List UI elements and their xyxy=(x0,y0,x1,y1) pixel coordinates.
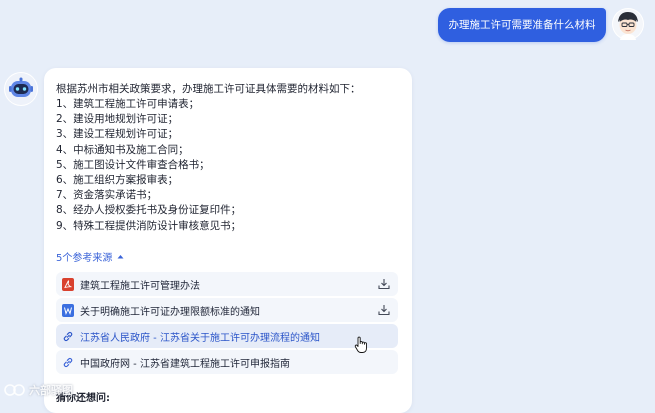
list-item: 9、特殊工程提供消防设计审核意见书； xyxy=(56,219,242,232)
robot-avatar-icon xyxy=(4,72,38,106)
source-item-word[interactable]: 关于明确施工许可证办理限额标准的通知 xyxy=(56,298,398,322)
download-icon[interactable] xyxy=(378,304,390,316)
source-item-link[interactable]: 中国政府网 - 江苏省建筑工程施工许可申报指南 xyxy=(56,350,398,374)
source-item-pdf[interactable]: 建筑工程施工许可管理办法 xyxy=(56,272,398,296)
requirements-list: 1、建筑工程施工许可申请表； 2、建设用地规划许可证； 3、建设工程规划许可证；… xyxy=(56,97,241,234)
list-item: 2、建设用地规划许可证； xyxy=(56,113,179,126)
chevron-up-icon xyxy=(117,255,124,259)
answer-card: 根据苏州市相关政策要求，办理施工许可证具体需要的材料如下： 1、建筑工程施工许可… xyxy=(44,68,412,413)
answer-intro: 根据苏州市相关政策要求，办理施工许可证具体需要的材料如下： xyxy=(56,83,361,95)
watermark: 六部驿图 xyxy=(4,382,73,398)
list-item: 7、资金落实承诺书； xyxy=(56,189,158,202)
list-item: 8、经办人授权委托书及身份证复印件； xyxy=(56,204,242,217)
source-label: 中国政府网 - 江苏省建筑工程施工许可申报指南 xyxy=(80,358,290,370)
link-icon xyxy=(63,331,73,341)
hand-cursor-icon xyxy=(354,336,367,353)
sources-toggle-button[interactable]: 5个参考来源 xyxy=(56,249,124,264)
list-item: 6、施工组织方案报审表； xyxy=(56,174,179,187)
source-label: 江苏省人民政府 - 江苏省关于施工许可办理流程的通知 xyxy=(80,332,320,344)
source-label: 关于明确施工许可证办理限额标准的通知 xyxy=(80,306,260,318)
source-item-link[interactable]: 江苏省人民政府 - 江苏省关于施工许可办理流程的通知 xyxy=(56,324,398,348)
pdf-file-icon xyxy=(62,277,74,291)
user-message-text: 办理施工许可需要准备什么材料 xyxy=(448,19,596,31)
link-icon xyxy=(63,357,73,367)
sources-toggle-label: 5个参考来源 xyxy=(56,253,113,264)
list-item: 3、建设工程规划许可证； xyxy=(56,128,179,141)
list-item: 4、中标通知书及施工合同； xyxy=(56,143,189,156)
list-item: 1、建筑工程施工许可申请表； xyxy=(56,98,200,110)
user-avatar-icon xyxy=(612,8,644,40)
word-file-icon xyxy=(62,303,74,317)
source-label: 建筑工程施工许可管理办法 xyxy=(80,280,200,292)
watermark-logo-icon xyxy=(4,384,25,396)
watermark-text: 六部驿图 xyxy=(29,384,73,397)
list-item: 5、施工图设计文件审查合格书； xyxy=(56,158,210,171)
download-icon[interactable] xyxy=(378,278,390,290)
user-message-bubble: 办理施工许可需要准备什么材料 xyxy=(438,8,606,42)
